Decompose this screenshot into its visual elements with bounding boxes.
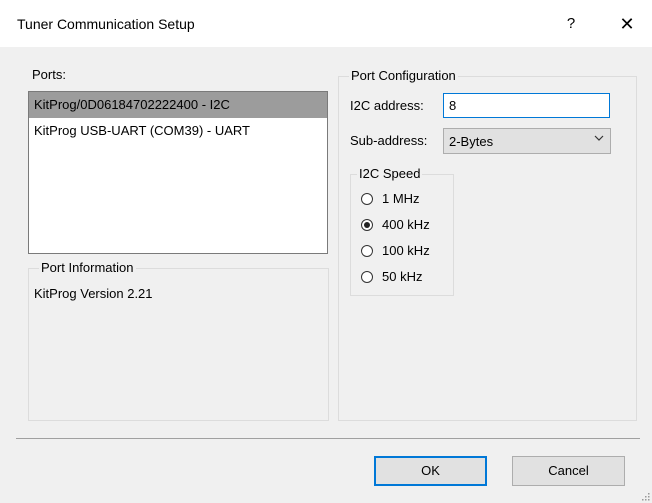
ports-listbox[interactable]: KitProg/0D06184702222400 - I2C KitProg U… (28, 91, 328, 254)
footer-separator (16, 438, 640, 439)
radio-circle[interactable] (361, 193, 373, 205)
i2c-address-input[interactable] (443, 93, 610, 118)
port-configuration-title: Port Configuration (349, 68, 458, 83)
i2c-address-label: I2C address: (350, 98, 424, 113)
title-bar: Tuner Communication Setup ? ✕ (0, 0, 652, 47)
radio-circle[interactable] (361, 219, 373, 231)
sub-address-dropdown[interactable]: 2-Bytes (443, 128, 611, 154)
radio-selected-dot (364, 222, 370, 228)
radio-label: 100 kHz (382, 243, 430, 258)
radio-label: 1 MHz (382, 191, 420, 206)
chevron-down-icon (594, 135, 604, 141)
radio-circle[interactable] (361, 271, 373, 283)
ports-label: Ports: (32, 67, 66, 82)
ok-button[interactable]: OK (374, 456, 487, 486)
radio-circle[interactable] (361, 245, 373, 257)
close-button[interactable]: ✕ (612, 12, 642, 36)
help-button[interactable]: ? (556, 12, 586, 36)
sub-address-label: Sub-address: (350, 133, 428, 148)
port-list-item[interactable]: KitProg/0D06184702222400 - I2C (29, 92, 327, 118)
port-list-item[interactable]: KitProg USB-UART (COM39) - UART (29, 118, 327, 144)
i2c-speed-title: I2C Speed (357, 166, 423, 181)
resize-grip-icon[interactable] (640, 491, 650, 501)
radio-label: 50 kHz (382, 269, 423, 284)
window-title: Tuner Communication Setup (17, 16, 195, 32)
cancel-button[interactable]: Cancel (512, 456, 625, 486)
port-information-title: Port Information (39, 260, 136, 275)
radio-label: 400 kHz (382, 217, 430, 232)
sub-address-value: 2-Bytes (449, 134, 494, 149)
port-information-text: KitProg Version 2.21 (34, 286, 153, 301)
